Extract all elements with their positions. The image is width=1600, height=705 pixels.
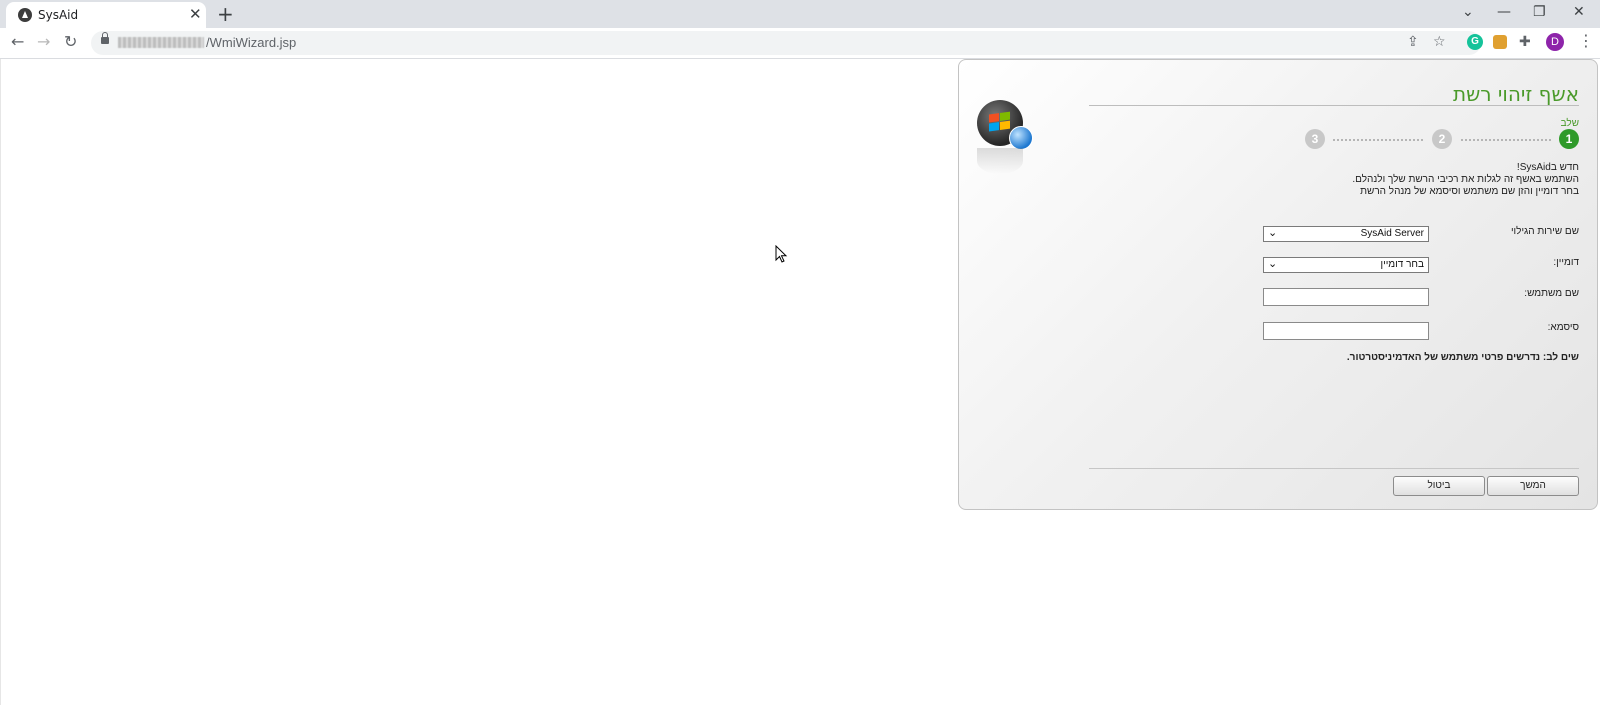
- discovery-service-select[interactable]: SysAid Server ⌄: [1263, 226, 1429, 242]
- globe-icon: [1009, 126, 1033, 150]
- step-3-indicator: 3: [1305, 129, 1325, 149]
- windows-flag-icon: [989, 111, 1011, 132]
- back-arrow-icon[interactable]: ←: [11, 33, 24, 51]
- profile-avatar[interactable]: D: [1546, 33, 1564, 51]
- discovery-service-value: SysAid Server: [1360, 228, 1424, 239]
- minimize-icon[interactable]: —: [1497, 4, 1511, 20]
- extension-icon[interactable]: [1493, 35, 1507, 49]
- address-bar[interactable]: /WmiWizard.jsp: [91, 31, 1481, 55]
- extensions-puzzle-icon[interactable]: ✚: [1519, 34, 1531, 50]
- tab-search-icon[interactable]: ⌄: [1462, 4, 1474, 20]
- new-tab-button[interactable]: +: [217, 3, 234, 25]
- next-button[interactable]: המשך: [1487, 476, 1579, 496]
- url-host-blurred: [118, 37, 204, 48]
- step-connector: [1333, 139, 1423, 141]
- password-input[interactable]: [1263, 322, 1429, 340]
- tab-strip: SysAid ✕ + ⌄ — ❐ ✕: [0, 0, 1600, 28]
- forward-arrow-icon[interactable]: →: [37, 33, 50, 51]
- wizard-intro-text: חדש בSysAid! השתמש באשף זה לגלות את רכיב…: [1352, 162, 1579, 198]
- restore-icon[interactable]: ❐: [1533, 4, 1546, 20]
- step-label: שלב: [1560, 118, 1579, 129]
- browser-toolbar: ← → ↻ /WmiWizard.jsp ⇪ ☆ G ✚ D ⋮: [0, 28, 1600, 59]
- grammarly-extension-icon[interactable]: G: [1467, 34, 1483, 50]
- username-input[interactable]: [1263, 288, 1429, 306]
- domain-value: בחר דומיין: [1380, 259, 1425, 270]
- title-divider: [1089, 105, 1579, 106]
- close-tab-icon[interactable]: ✕: [189, 6, 202, 22]
- intro-line: השתמש באשף זה לגלות את רכיבי הרשת שלך ול…: [1352, 174, 1579, 185]
- intro-line: חדש בSysAid!: [1516, 162, 1579, 173]
- step-connector: [1461, 139, 1551, 141]
- username-label: שם משתמש:: [1524, 288, 1579, 299]
- reload-icon[interactable]: ↻: [64, 33, 77, 51]
- page-left-edge: [0, 59, 1, 705]
- mouse-cursor-icon: [775, 245, 788, 263]
- chevron-down-icon: ⌄: [1268, 258, 1278, 270]
- windows-network-logo-icon: [977, 100, 1033, 150]
- sysaid-favicon-icon: [18, 8, 32, 22]
- intro-line: בחר דומיין והזן שם משתמש וסיסמא של מנהל …: [1360, 186, 1579, 197]
- share-icon[interactable]: ⇪: [1407, 34, 1419, 50]
- step-2-indicator: 2: [1432, 129, 1452, 149]
- network-discovery-wizard-panel: אשף זיהוי רשת שלב 1 2 3 חדש בSysAid! השת…: [958, 59, 1598, 510]
- footer-divider: [1089, 468, 1579, 469]
- tab-title: SysAid: [38, 8, 79, 22]
- url-path: /WmiWizard.jsp: [206, 35, 297, 50]
- close-window-icon[interactable]: ✕: [1573, 4, 1585, 20]
- bookmark-star-icon[interactable]: ☆: [1433, 34, 1446, 50]
- chevron-down-icon: ⌄: [1268, 227, 1278, 239]
- browser-tab-sysaid[interactable]: SysAid ✕: [6, 2, 206, 28]
- logo-reflection: [977, 148, 1023, 174]
- lock-icon[interactable]: [101, 32, 109, 44]
- domain-label: דומיין:: [1553, 257, 1579, 268]
- domain-select[interactable]: בחר דומיין ⌄: [1263, 257, 1429, 273]
- cancel-button[interactable]: ביטול: [1393, 476, 1485, 496]
- discovery-service-label: שם שירות הגילוי: [1510, 226, 1579, 237]
- browser-menu-icon[interactable]: ⋮: [1578, 32, 1594, 50]
- wizard-title: אשף זיהוי רשת: [1452, 82, 1579, 106]
- admin-credentials-note: שים לב: נדרשים פרטי משתמש של האדמיניסטרט…: [1346, 352, 1579, 363]
- password-label: סיסמא:: [1547, 322, 1579, 333]
- step-1-indicator: 1: [1559, 129, 1579, 149]
- wizard-body: אשף זיהוי רשת שלב 1 2 3 חדש בSysAid! השת…: [1059, 60, 1579, 511]
